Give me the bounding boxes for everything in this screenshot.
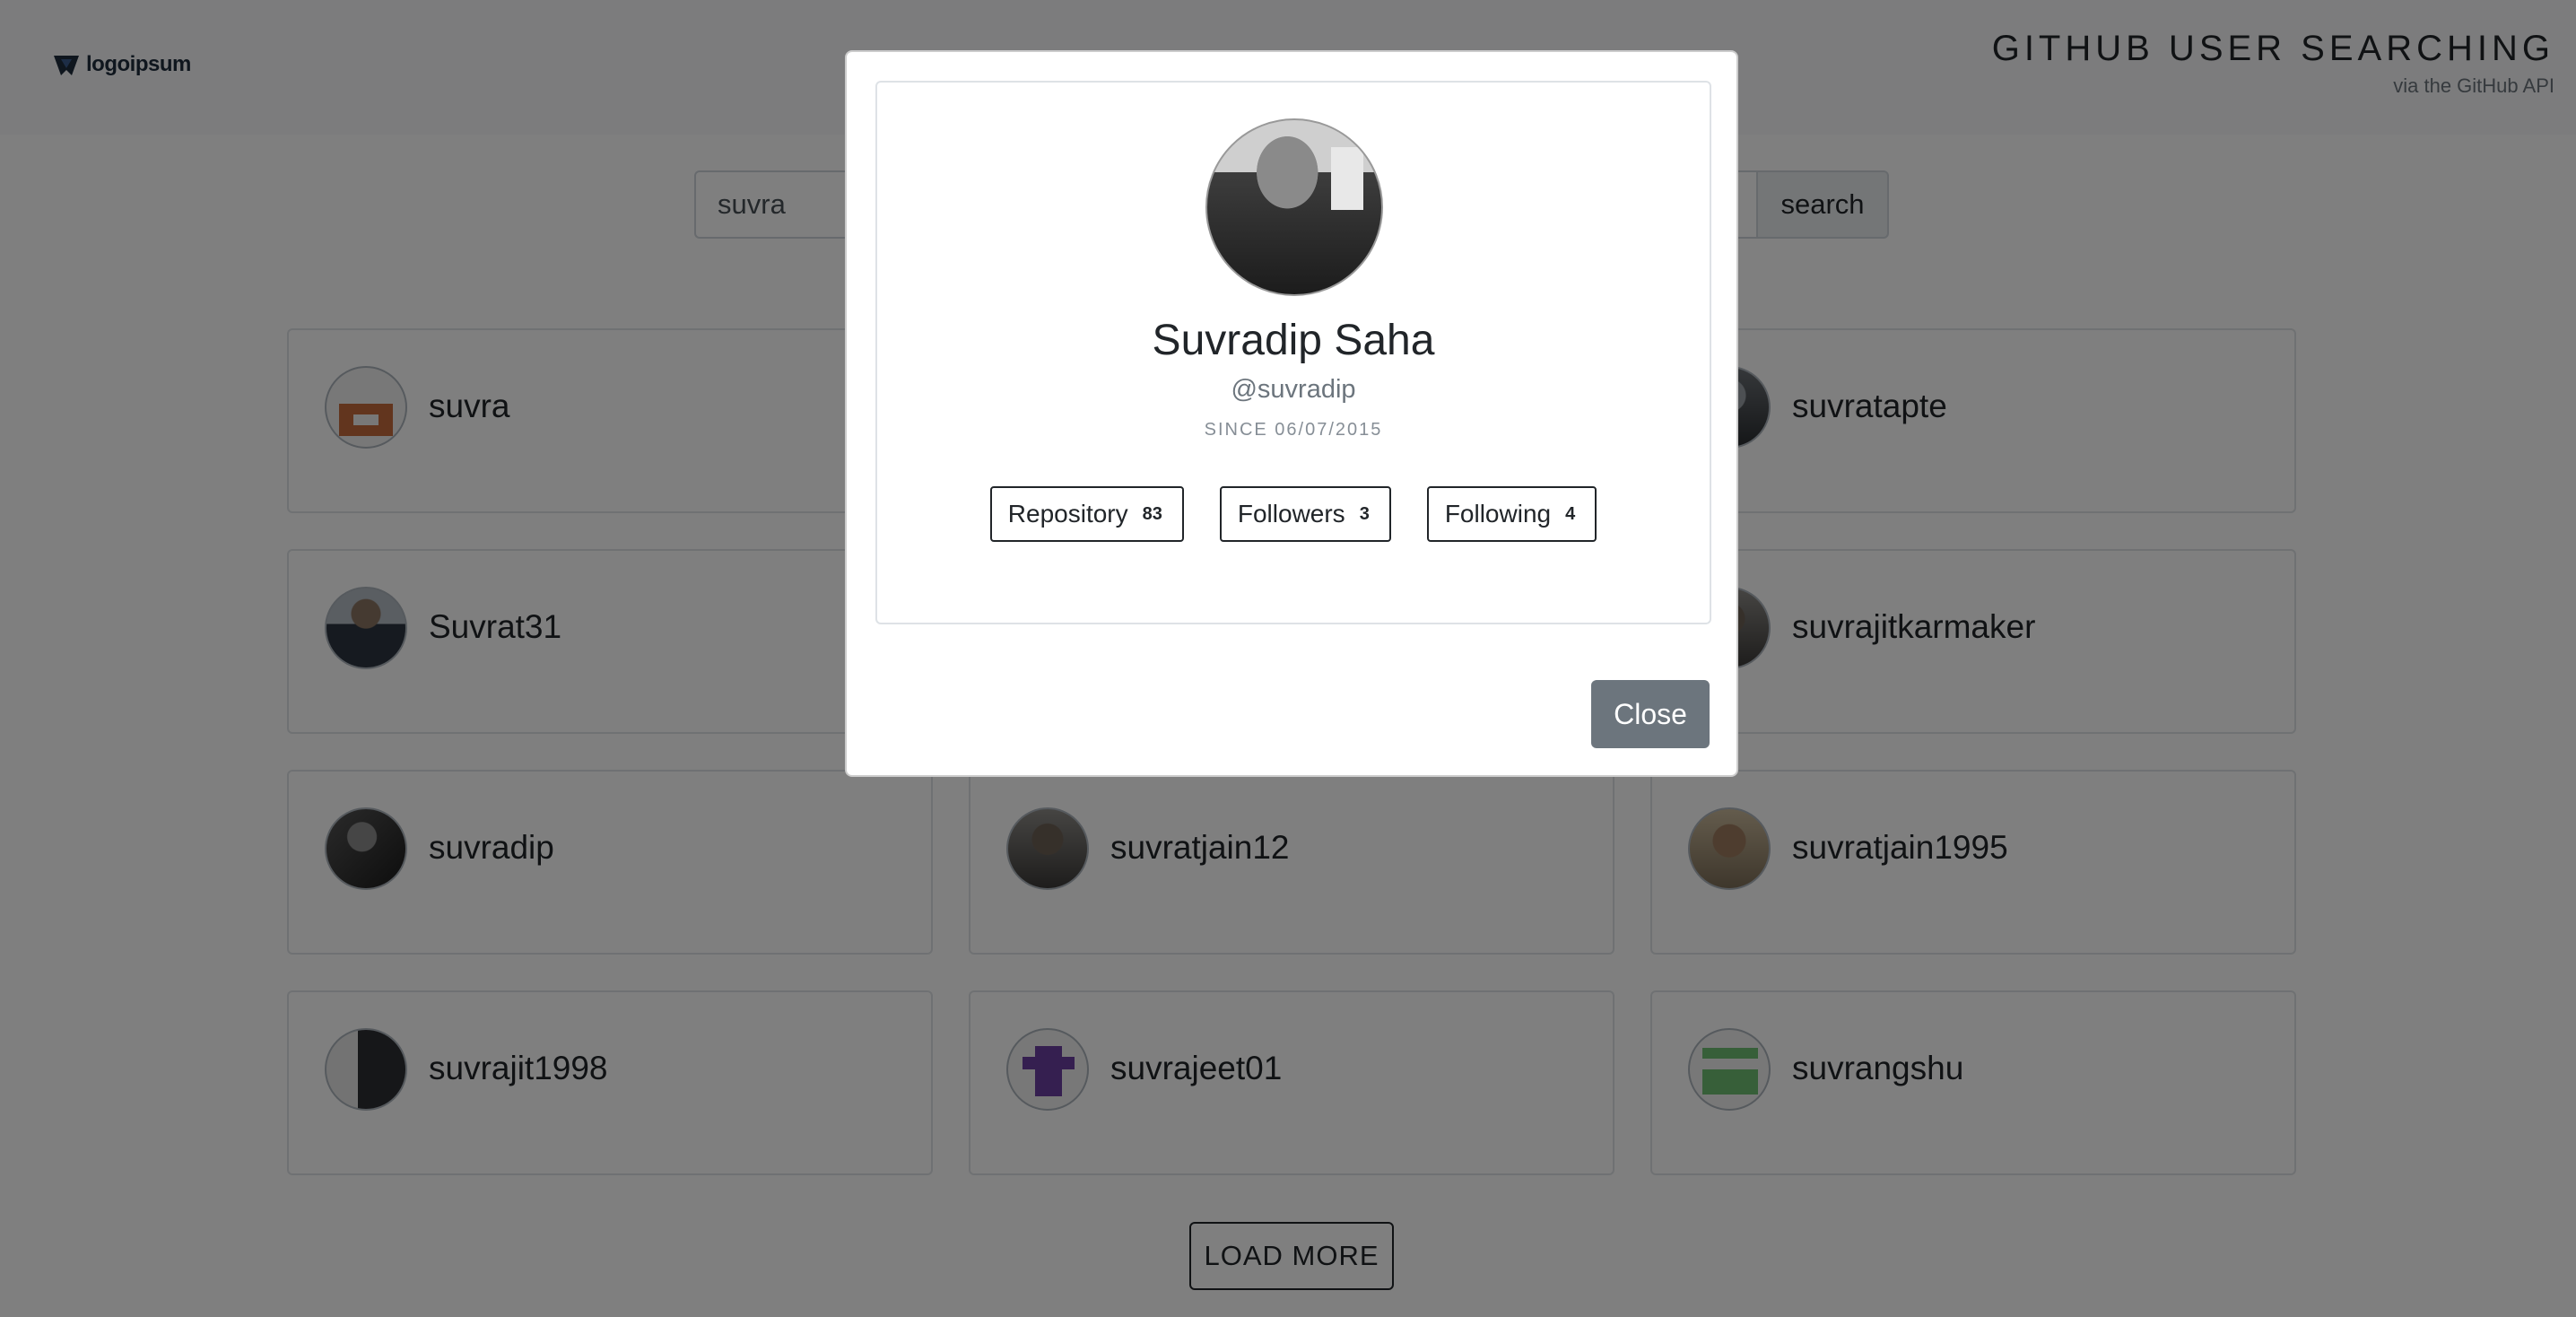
close-button[interactable]: Close bbox=[1591, 680, 1710, 748]
profile-card: Suvradip Saha @suvradip SINCE 06/07/2015… bbox=[875, 81, 1711, 624]
profile-since-date: SINCE 06/07/2015 bbox=[1204, 420, 1383, 440]
stat-count: 4 bbox=[1565, 503, 1576, 524]
following-button[interactable]: Following 4 bbox=[1426, 486, 1597, 542]
user-profile-modal: Suvradip Saha @suvradip SINCE 06/07/2015… bbox=[845, 50, 1738, 777]
stat-label: Repository bbox=[1007, 500, 1128, 528]
stat-label: Followers bbox=[1237, 500, 1345, 528]
profile-avatar bbox=[1205, 118, 1383, 296]
profile-stats: Repository 83 Followers 3 Following 4 bbox=[877, 486, 1710, 542]
profile-name: Suvradip Saha bbox=[1152, 317, 1435, 364]
stat-count: 83 bbox=[1142, 503, 1162, 524]
profile-handle: @suvradip bbox=[1231, 375, 1356, 404]
stat-label: Following bbox=[1444, 500, 1552, 528]
stat-count: 3 bbox=[1359, 503, 1370, 524]
followers-button[interactable]: Followers 3 bbox=[1219, 486, 1391, 542]
repository-button[interactable]: Repository 83 bbox=[989, 486, 1184, 542]
